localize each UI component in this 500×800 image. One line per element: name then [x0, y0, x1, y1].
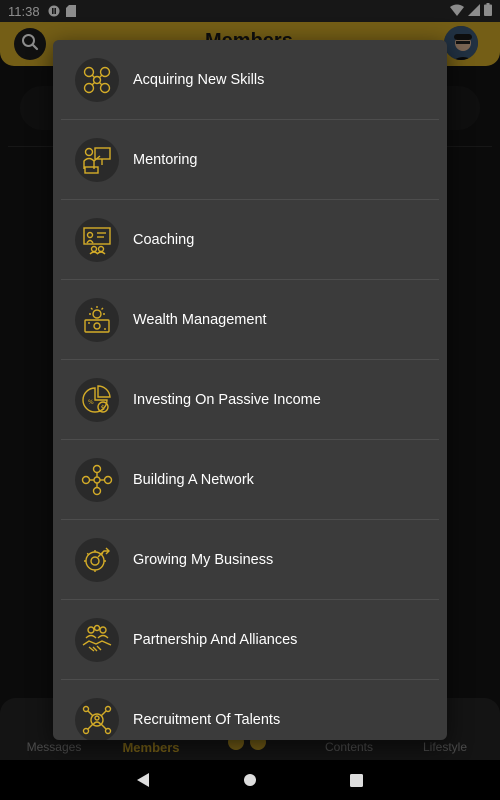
category-list-dialog: Acquiring New Skills Mentoring Coaching …: [53, 40, 447, 740]
skills-icon: [75, 57, 119, 102]
recruitment-icon: [75, 697, 119, 740]
handshake-icon: [75, 617, 119, 662]
coaching-icon: [75, 217, 119, 262]
list-item-label: Building A Network: [133, 471, 254, 488]
list-item-investing-on-passive-income[interactable]: $% Investing On Passive Income: [61, 360, 439, 440]
svg-text:%: %: [88, 399, 94, 406]
list-item-acquiring-new-skills[interactable]: Acquiring New Skills: [61, 40, 439, 120]
list-item-mentoring[interactable]: Mentoring: [61, 120, 439, 200]
list-item-label: Acquiring New Skills: [133, 71, 265, 88]
list-item-label: Coaching: [133, 231, 195, 248]
list-item-coaching[interactable]: Coaching: [61, 200, 439, 280]
wealth-icon: [75, 297, 119, 342]
mentoring-icon: [75, 137, 119, 182]
list-item-label: Wealth Management: [133, 311, 267, 328]
list-item-growing-my-business[interactable]: Growing My Business: [61, 520, 439, 600]
back-icon[interactable]: [133, 770, 153, 790]
list-item-label: Partnership And Alliances: [133, 631, 298, 648]
list-item-partnership-and-alliances[interactable]: Partnership And Alliances: [61, 600, 439, 680]
list-item-wealth-management[interactable]: Wealth Management: [61, 280, 439, 360]
investing-icon: $%: [75, 377, 119, 422]
list-item-recruitment-of-talents[interactable]: Recruitment Of Talents: [61, 680, 439, 740]
list-item-label: Investing On Passive Income: [133, 391, 321, 408]
list-item-label: Recruitment Of Talents: [133, 711, 281, 728]
network-icon: [75, 457, 119, 502]
list-item-building-a-network[interactable]: Building A Network: [61, 440, 439, 520]
system-nav-bar: [0, 760, 500, 800]
svg-text:$: $: [101, 404, 105, 412]
list-item-label: Mentoring: [133, 151, 198, 168]
business-growth-icon: [75, 537, 119, 582]
list-item-label: Growing My Business: [133, 551, 274, 568]
home-icon[interactable]: [240, 770, 260, 790]
recents-icon[interactable]: [346, 770, 366, 790]
